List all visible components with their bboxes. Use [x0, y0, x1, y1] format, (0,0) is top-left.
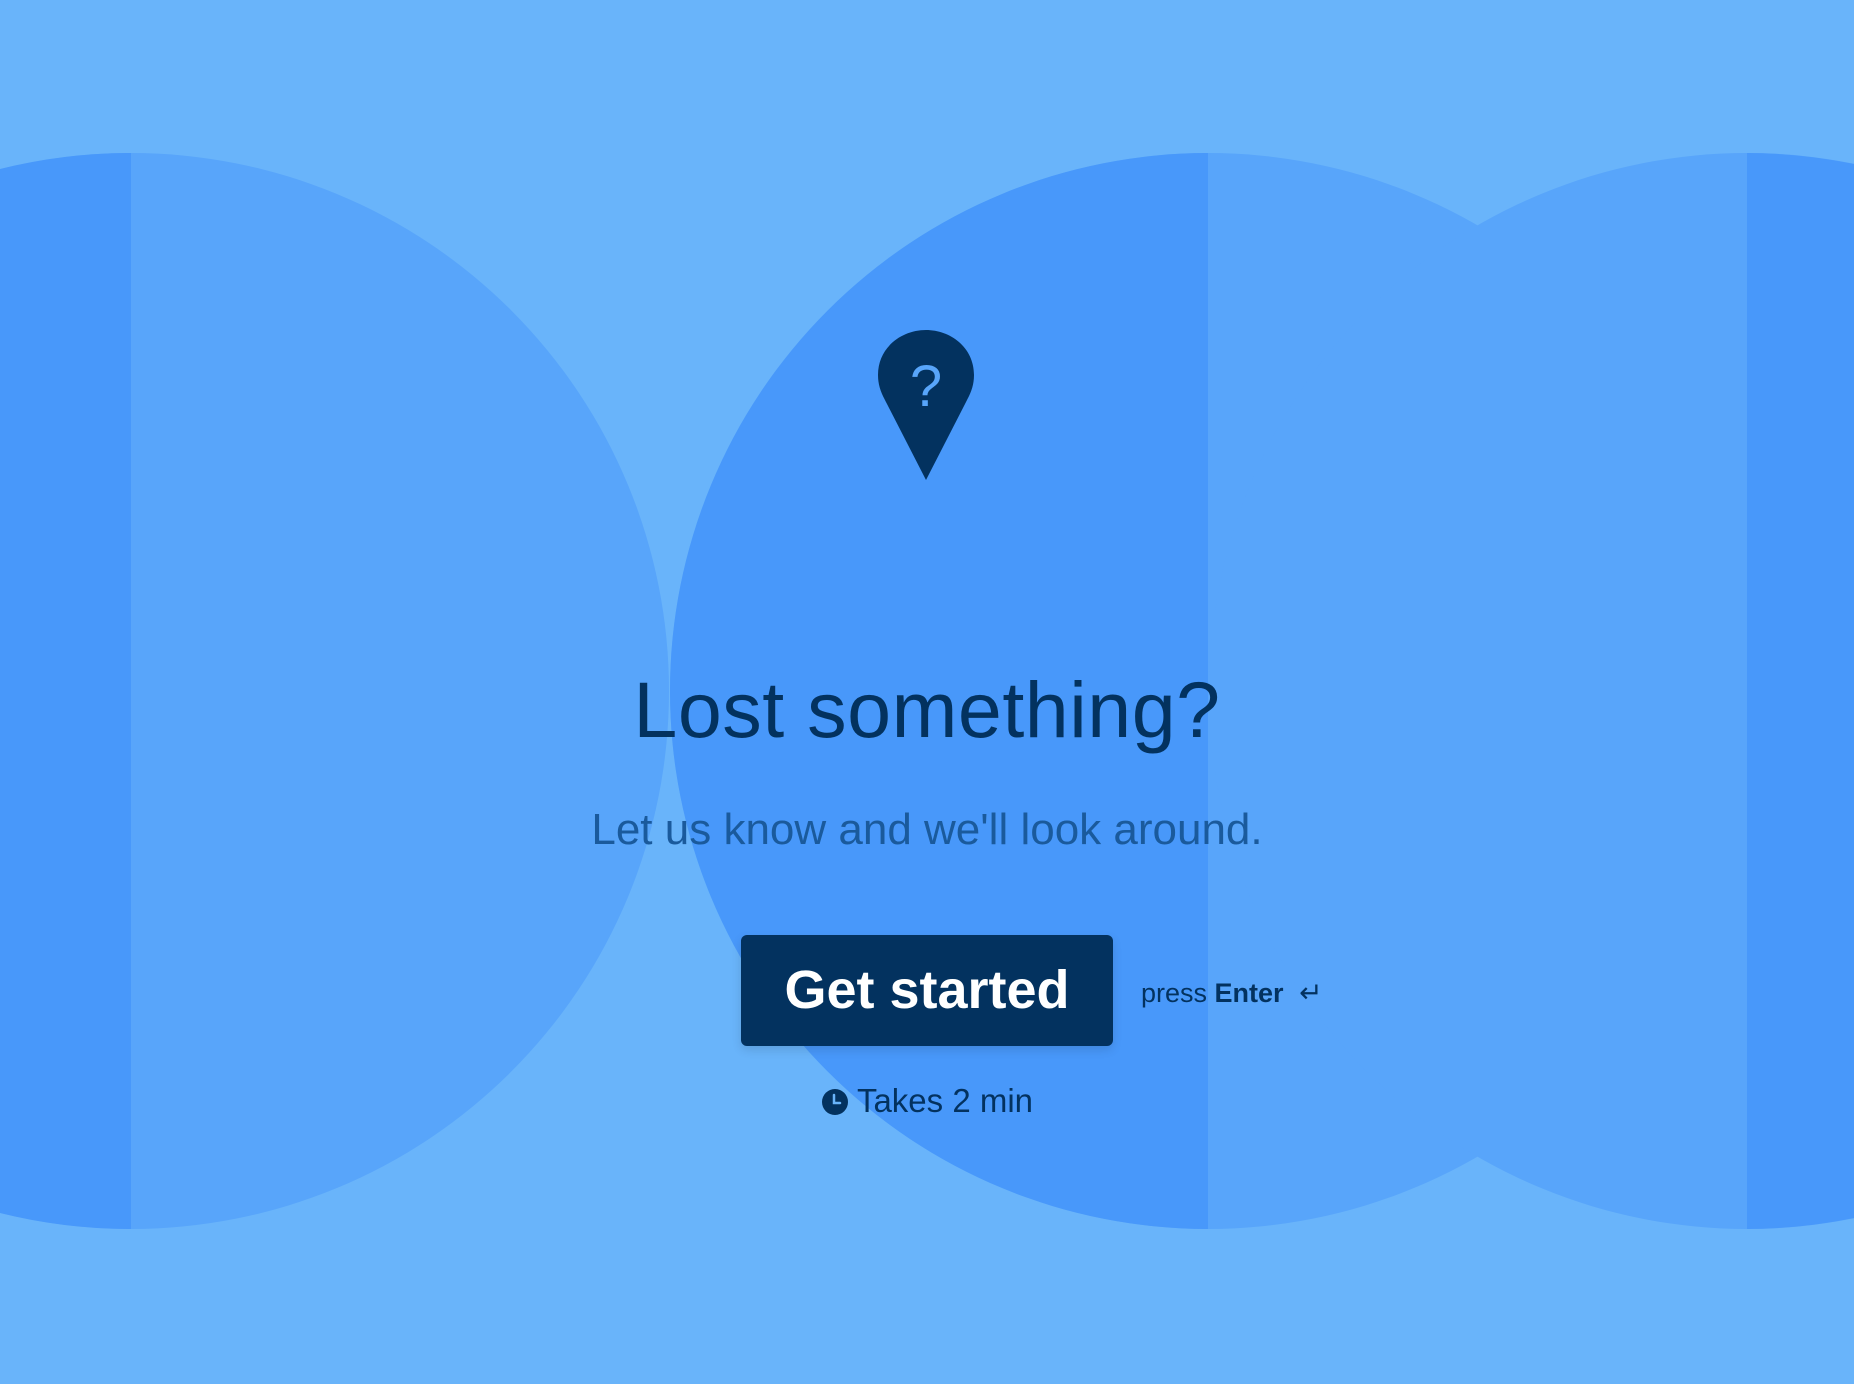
location-pin-question-icon: ? — [878, 330, 974, 480]
clock-icon — [821, 1089, 848, 1115]
time-estimate-text: Takes 2 min — [856, 1082, 1034, 1119]
svg-text:?: ? — [910, 354, 942, 419]
welcome-screen: ? Lost something? Let us know and we'll … — [0, 0, 1854, 1384]
page-title: Lost something? — [633, 665, 1221, 754]
get-started-button[interactable]: Get started — [741, 935, 1113, 1046]
page-subtitle: Let us know and we'll look around. — [591, 805, 1263, 854]
hint-prefix: press — [1141, 978, 1208, 1008]
enter-key-icon: ↵ — [1299, 977, 1323, 1008]
time-estimate: Takes 2 min — [0, 1081, 1854, 1121]
hint-key: Enter — [1214, 978, 1284, 1008]
keyboard-hint: press Enter ↵ — [1141, 977, 1323, 1009]
